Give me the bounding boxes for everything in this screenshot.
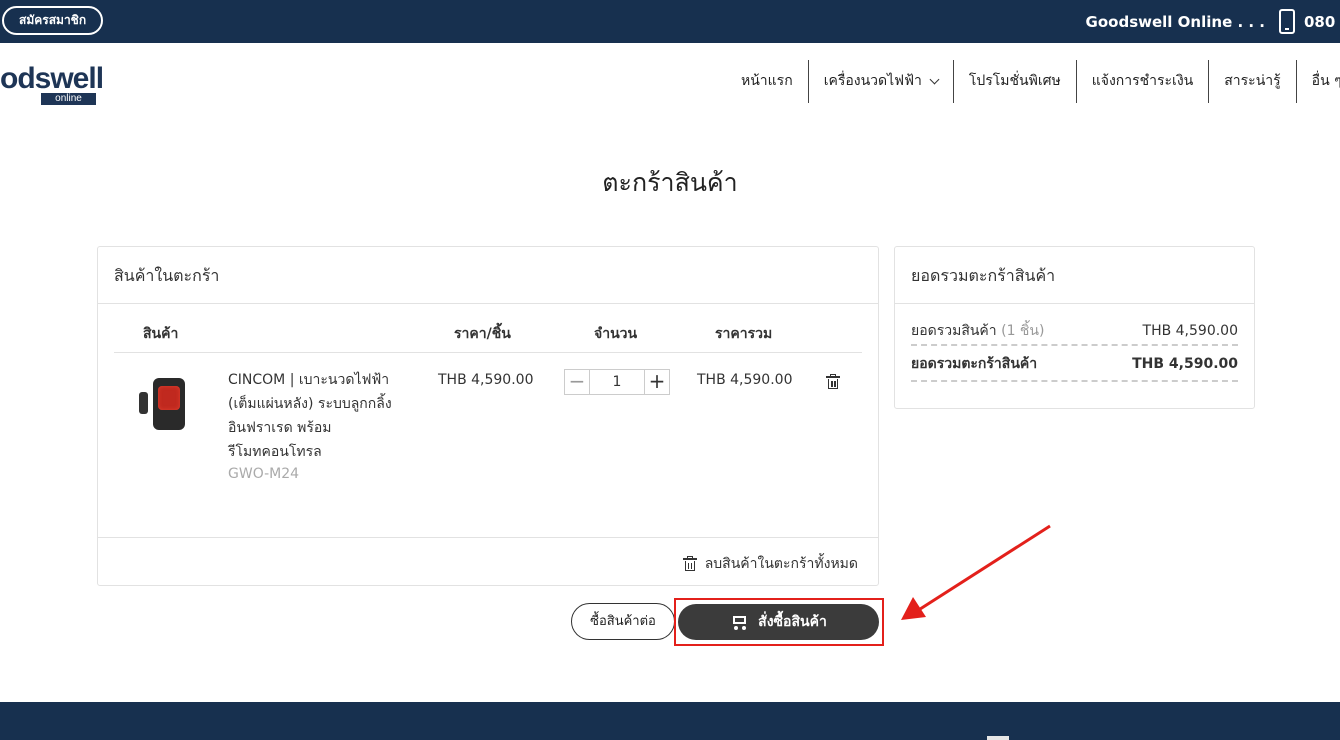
nav-home-label: หน้าแรก (741, 73, 793, 89)
subtotal-row: ยอดรวมสินค้า (1 ชิ้น) THB 4,590.00 (911, 317, 1238, 346)
nav-home[interactable]: หน้าแรก (726, 60, 809, 103)
trash-icon (682, 556, 697, 571)
column-header-price: ราคา/ชิ้น (454, 326, 511, 342)
total-label: ยอดรวมตะกร้าสินค้า (911, 356, 1038, 372)
quantity-stepper: − 1 + (564, 369, 670, 395)
column-header-total: ราคารวม (715, 326, 773, 342)
nav-promotions[interactable]: โปรโมชั่นพิเศษ (954, 60, 1077, 103)
column-header-qty: จำนวน (594, 326, 638, 342)
top-contact: Goodswell Online . . . 080 7 (1086, 0, 1340, 43)
clear-cart-button[interactable]: ลบสินค้าในตะกร้าทั้งหมด (682, 553, 858, 575)
massage-seat-shape (153, 378, 185, 430)
cart-summary: ยอดรวมตะกร้าสินค้า ยอดรวมสินค้า (1 ชิ้น)… (894, 246, 1255, 409)
logo-text: odswell (0, 62, 104, 95)
main-nav: หน้าแรก เครื่องนวดไฟฟ้า โปรโมชั่นพิเศษ แ… (726, 60, 1340, 103)
seat-glow (158, 386, 180, 410)
cart-panel: สินค้าในตะกร้า สินค้า ราคา/ชิ้น จำนวน รา… (97, 246, 879, 586)
nav-articles-label: สาระน่ารู้ (1224, 73, 1281, 89)
subtotal-count: (1 ชิ้น) (1001, 322, 1045, 339)
nav-payment-notify-label: แจ้งการชำระเงิน (1091, 73, 1194, 89)
phone-icon (1279, 9, 1295, 34)
nav-payment-notify[interactable]: แจ้งการชำระเงิน (1077, 60, 1210, 103)
subtotal-label-group: ยอดรวมสินค้า (1 ชิ้น) (911, 320, 1044, 342)
decrease-quantity-button[interactable]: − (565, 370, 590, 394)
footer-icon (987, 736, 1009, 740)
summary-heading: ยอดรวมตะกร้าสินค้า (895, 247, 1254, 304)
total-row: ยอดรวมตะกร้าสินค้า THB 4,590.00 (911, 348, 1238, 382)
top-bar: สมัครสมาชิก Goodswell Online . . . 080 7 (0, 0, 1340, 43)
cart-heading: สินค้าในตะกร้า (98, 247, 878, 304)
signup-button[interactable]: สมัครสมาชิก (2, 6, 104, 35)
nav-more-label: อื่น ๆ (1311, 73, 1340, 89)
page-title: ตะกร้าสินค้า (602, 168, 738, 197)
shop-name: Goodswell Online . . . (1085, 12, 1265, 31)
clear-cart-label: ลบสินค้าในตะกร้าทั้งหมด (704, 556, 858, 572)
divider (98, 537, 878, 538)
increase-quantity-button[interactable]: + (644, 370, 669, 394)
product-unit-price: THB 4,590.00 (438, 372, 534, 388)
trash-icon[interactable] (826, 374, 840, 389)
site-footer (0, 702, 1340, 740)
logo-sub: online (41, 93, 96, 105)
product-line-total: THB 4,590.00 (697, 372, 793, 388)
checkout-button[interactable]: สั่งซื้อสินค้า (678, 604, 879, 640)
continue-shopping-button[interactable]: ซื้อสินค้าต่อ (571, 603, 675, 640)
nav-articles[interactable]: สาระน่ารู้ (1209, 60, 1297, 103)
product-name[interactable]: CINCOM | เบาะนวดไฟฟ้า (เต็มแผ่นหลัง) ระบ… (228, 368, 413, 464)
subtotal-label: ยอดรวมสินค้า (911, 322, 997, 339)
remote-shape (139, 392, 148, 414)
nav-more[interactable]: อื่น ๆ (1297, 60, 1340, 103)
chevron-down-icon (929, 74, 940, 84)
nav-massagers-label: เครื่องนวดไฟฟ้า (823, 73, 922, 89)
site-logo[interactable]: odswell online (0, 58, 110, 118)
checkout-label: สั่งซื้อสินค้า (758, 614, 827, 630)
quantity-input[interactable]: 1 (590, 370, 644, 394)
nav-massagers[interactable]: เครื่องนวดไฟฟ้า (809, 60, 954, 103)
divider (114, 352, 862, 353)
nav-promotions-label: โปรโมชั่นพิเศษ (968, 73, 1061, 89)
product-image[interactable] (132, 372, 192, 432)
cart-icon (730, 614, 748, 630)
phone-number[interactable]: 080 7 (1304, 13, 1340, 31)
annotation-arrow-icon (901, 524, 1051, 620)
total-value: THB 4,590.00 (1132, 356, 1238, 372)
column-header-product: สินค้า (143, 326, 179, 342)
subtotal-value: THB 4,590.00 (1142, 322, 1238, 339)
product-sku: GWO-M24 (228, 466, 300, 482)
